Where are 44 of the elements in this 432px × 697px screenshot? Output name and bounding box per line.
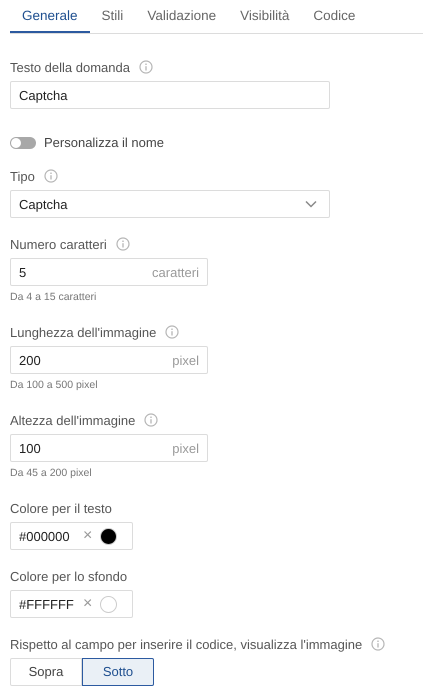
tab[interactable]: Generale	[10, 0, 90, 33]
segment-option[interactable]: Sopra	[10, 658, 82, 686]
color-value: #FFFFFF	[19, 596, 75, 612]
type-dropdown[interactable]: Captcha	[10, 190, 330, 218]
toggle-switch[interactable]	[10, 136, 36, 148]
tab[interactable]: Codice	[301, 0, 368, 33]
number-input[interactable]: 5 caratteri	[10, 258, 208, 286]
field-label: Testo della domanda	[10, 60, 130, 74]
unit-label: pixel	[172, 440, 199, 456]
field-label: Tipo	[10, 168, 35, 184]
field-label: Lunghezza dell'immagine	[10, 324, 156, 340]
tab[interactable]: Stili	[90, 0, 136, 33]
color-value: #000000	[19, 528, 71, 544]
input-value: 100	[19, 440, 41, 456]
info-icon[interactable]	[44, 169, 58, 183]
info-icon[interactable]	[116, 237, 130, 251]
text-input[interactable]: Captcha	[10, 81, 330, 109]
field-label: Numero caratteri	[10, 236, 107, 252]
color-input[interactable]: #FFFFFF ×	[10, 590, 133, 618]
color-swatch[interactable]	[100, 528, 118, 544]
field-label: Colore per il testo	[10, 500, 112, 516]
input-value: 5	[19, 264, 26, 280]
tab[interactable]: Validazione	[135, 0, 228, 33]
number-input[interactable]: 200 pixel	[10, 346, 208, 374]
toggle-label: Personalizza il nome	[44, 135, 164, 150]
number-input[interactable]: 100 pixel	[10, 434, 208, 462]
hint-text: Da 45 a 200 pixel	[10, 467, 93, 479]
color-input[interactable]: #000000 ×	[10, 522, 133, 550]
field-label: Altezza dell'immagine	[10, 412, 136, 428]
unit-label: pixel	[172, 352, 199, 368]
info-icon[interactable]	[144, 413, 158, 427]
tab[interactable]: Visibilità	[228, 0, 302, 33]
hint-text: Da 100 a 500 pixel	[10, 379, 99, 391]
info-icon[interactable]	[371, 637, 386, 651]
info-icon[interactable]	[138, 60, 153, 74]
unit-label: caratteri	[152, 264, 199, 280]
chevron-down-icon	[305, 200, 317, 208]
field-label: Colore per lo sfondo	[10, 568, 128, 584]
info-icon[interactable]	[165, 325, 180, 339]
input-value: 200	[19, 352, 41, 368]
hint-text: Da 4 a 15 caratteri	[10, 291, 98, 303]
color-swatch[interactable]	[100, 596, 118, 612]
field-label: Rispetto al campo per inserire il codice, visualizza l'immagine	[10, 636, 362, 652]
segment-option[interactable]: Sotto	[82, 658, 154, 686]
